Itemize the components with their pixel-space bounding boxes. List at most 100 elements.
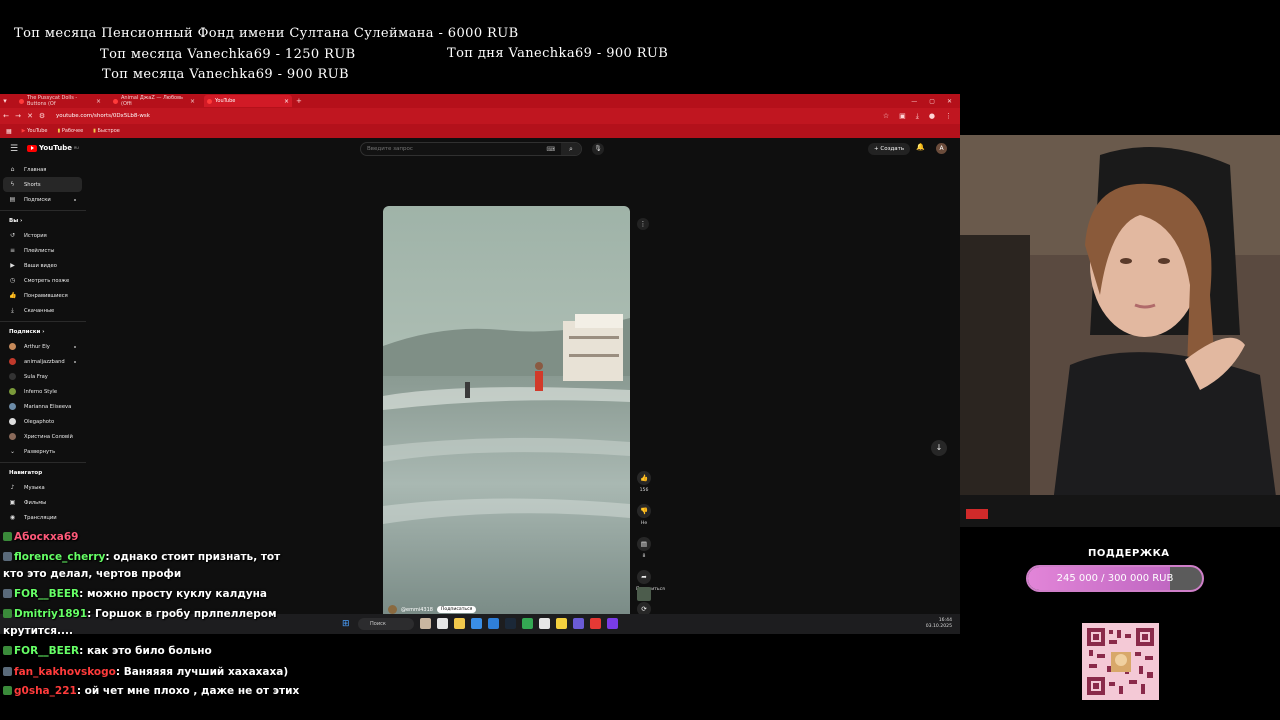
sidebar-item-subscription[interactable]: animaljazzband	[0, 354, 88, 369]
forward-icon[interactable]: →	[12, 112, 24, 120]
bookmark-star-icon[interactable]: ☆	[883, 112, 889, 121]
sidebar-item-live[interactable]: ◉ Трансляции	[0, 510, 88, 525]
tab-youtube[interactable]: YouTube ×	[204, 95, 292, 107]
sidebar-item-music[interactable]: ♪ Музыка	[0, 480, 88, 495]
tab-pussycat-dolls[interactable]: The Pussycat Dolls - Buttons (Of ×	[16, 95, 104, 107]
like-button[interactable]: 👍 156	[636, 471, 652, 493]
sidebar-item-subscription[interactable]: Arthur Ely	[0, 339, 88, 354]
youtube-logo[interactable]: YouTube RU	[27, 144, 79, 152]
file-explorer-icon[interactable]	[454, 618, 465, 629]
sidebar-section-subscriptions[interactable]: Подписки ›	[0, 325, 88, 339]
dislike-button[interactable]: 👎 Не	[636, 504, 652, 526]
sidebar-item-your-videos[interactable]: ▶ Ваши видео	[0, 258, 88, 273]
search-button[interactable]: ⌕	[561, 143, 581, 155]
channel-handle[interactable]: @emmi4318	[401, 607, 433, 613]
close-icon[interactable]: ×	[190, 98, 195, 105]
webcam-feed	[960, 135, 1280, 527]
sidebar-item-playlists[interactable]: ≡ Плейлисты	[0, 243, 88, 258]
chat-message: кто это делал, чертов профи	[3, 565, 181, 583]
chat-username[interactable]: FOR__BEER	[14, 588, 79, 600]
chrome-icon[interactable]	[522, 618, 533, 629]
sidebar-item-subscription[interactable]: Marianna Eliseeva	[0, 399, 88, 414]
sticky-notes-icon[interactable]	[556, 618, 567, 629]
discord-icon[interactable]	[607, 618, 618, 629]
maximize-icon[interactable]: ▢	[929, 98, 935, 105]
chat-text: кто это делал, чертов профи	[3, 568, 182, 580]
sidebar-item-subscription[interactable]: Inferno Style	[0, 384, 88, 399]
sidebar-item-subscription[interactable]: Sula Fray	[0, 369, 88, 384]
sidebar-section-you[interactable]: Вы ›	[0, 214, 88, 228]
sound-thumbnail[interactable]	[637, 587, 651, 601]
chat-username[interactable]: fan_kakhovskogo	[14, 666, 116, 678]
account-avatar[interactable]: A	[936, 143, 947, 154]
create-button[interactable]: + Создать	[868, 143, 911, 155]
widgets-icon[interactable]	[420, 618, 431, 629]
divider	[0, 210, 86, 211]
comments-button[interactable]: ▤ 8	[636, 537, 652, 559]
extensions-icon[interactable]: ▣	[899, 112, 906, 121]
opera-icon[interactable]	[590, 618, 601, 629]
telegram-icon[interactable]	[488, 618, 499, 629]
close-icon[interactable]: ×	[96, 98, 101, 105]
shorts-video-player[interactable]	[383, 206, 630, 634]
channel-avatar	[9, 403, 16, 410]
system-clock[interactable]: 16:44 03.10.2025	[926, 618, 952, 630]
subscribe-button[interactable]: Подписаться	[436, 606, 477, 613]
chat-username[interactable]: Dmitriy1891	[14, 608, 87, 620]
profile-icon[interactable]: ●	[929, 112, 935, 121]
chat-message: florence_cherry: однако стоит признать, …	[3, 548, 280, 566]
tab-favicon-icon	[207, 98, 212, 104]
bookmark-folder-work[interactable]: ▮ Рабочее	[57, 128, 83, 134]
chat-username[interactable]: Абоскха69	[14, 531, 79, 543]
site-info-icon[interactable]: ⚙	[36, 112, 48, 120]
channel-avatar[interactable]	[388, 605, 397, 614]
stream-frame: Топ месяца Пенсионный Фонд имени Султана…	[0, 0, 1280, 720]
more-options-icon[interactable]: ⋮	[637, 218, 649, 230]
sidebar-item-expand[interactable]: ⌄ Развернуть	[0, 444, 88, 459]
hamburger-menu-icon[interactable]: ☰	[10, 144, 18, 154]
sidebar-item-films[interactable]: ▣ Фильмы	[0, 495, 88, 510]
chat-message: FOR__BEER: можно просту куклу калдуна	[3, 585, 267, 603]
chat-message: крутится....	[3, 622, 73, 640]
sidebar-item-downloads[interactable]: ⤓ Скачанные	[0, 303, 88, 318]
chat-username[interactable]: florence_cherry	[14, 551, 105, 563]
url-field[interactable]: youtube.com/shorts/0Dx5Lb8-wsk	[56, 113, 150, 119]
chat-badge-icon	[3, 609, 12, 618]
back-icon[interactable]: ←	[0, 112, 12, 120]
notepad-icon[interactable]	[539, 618, 550, 629]
task-view-icon[interactable]	[437, 618, 448, 629]
sidebar-item-subscription[interactable]: Христина Соловій	[0, 429, 88, 444]
microphone-icon[interactable]: 🎙	[592, 143, 604, 155]
keyboard-icon[interactable]: ⌨	[546, 146, 555, 153]
download-icon[interactable]: ⤓	[916, 112, 919, 121]
sidebar-item-subscription[interactable]: Olegaphoto	[0, 414, 88, 429]
taskbar-search[interactable]: Поиск	[358, 618, 414, 630]
obs-icon[interactable]	[573, 618, 584, 629]
sidebar-item-subscriptions[interactable]: ▤ Подписки	[0, 192, 88, 207]
next-short-arrow-down-icon[interactable]: ↓	[931, 440, 947, 456]
close-window-icon[interactable]: ✕	[947, 98, 952, 105]
edge-icon[interactable]	[471, 618, 482, 629]
sidebar-item-liked[interactable]: 👍 Понравившиеся	[0, 288, 88, 303]
search-input[interactable]	[367, 146, 537, 152]
sidebar-item-watch-later[interactable]: ◷ Смотреть позже	[0, 273, 88, 288]
bookmark-youtube[interactable]: ▶ YouTube	[22, 128, 48, 134]
chat-username[interactable]: g0sha_221	[14, 685, 77, 697]
subscriptions-icon: ▤	[9, 196, 16, 203]
apps-grid-icon[interactable]: ▦	[6, 128, 12, 135]
stop-icon[interactable]: ✕	[24, 112, 36, 120]
chat-username[interactable]: FOR__BEER	[14, 645, 79, 657]
menu-kebab-icon[interactable]: ⋮	[945, 112, 952, 121]
tab-search-icon[interactable]: ▾	[0, 97, 10, 105]
steam-icon[interactable]	[505, 618, 516, 629]
bookmark-folder-fast[interactable]: ▮ Быстрое	[93, 128, 120, 134]
notifications-bell-icon[interactable]: 🔔	[916, 143, 925, 151]
tab-animal-jazz[interactable]: Animal ДжаZ — Любовь (Offi ×	[110, 95, 198, 107]
sidebar-item-history[interactable]: ↺ История	[0, 228, 88, 243]
new-tab-icon[interactable]: +	[296, 97, 302, 105]
minimize-icon[interactable]: —	[911, 98, 917, 105]
windows-start-icon[interactable]: ⊞	[342, 619, 352, 629]
sidebar-item-home[interactable]: ⌂ Главная	[0, 162, 88, 177]
close-icon[interactable]: ×	[284, 98, 289, 105]
sidebar-item-shorts[interactable]: ϟ Shorts	[3, 177, 82, 192]
